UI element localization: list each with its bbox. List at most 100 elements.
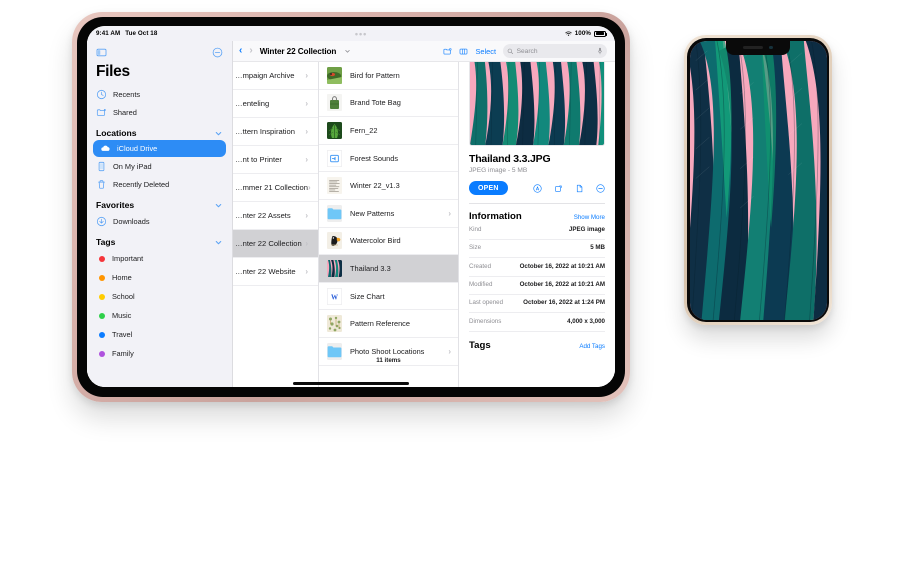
- leaf-photo-thumbnail: [327, 260, 342, 277]
- duplicate-doc-icon[interactable]: [575, 184, 584, 193]
- info-row-value: 5 MB: [590, 244, 605, 253]
- forward-chevron-icon[interactable]: ›: [249, 46, 252, 56]
- open-button[interactable]: OPEN: [469, 181, 508, 195]
- info-tags-title: Tags: [469, 340, 491, 351]
- sidebar-locations-title: Locations: [96, 128, 137, 138]
- file-row-label: Winter 22_v1.3: [350, 181, 451, 190]
- info-row-value: JPEG image: [569, 226, 605, 235]
- iphone-device: [684, 35, 832, 325]
- sidebar-item-recently-deleted[interactable]: Recently Deleted: [87, 175, 232, 193]
- folder-icon-thumbnail: [327, 205, 342, 222]
- file-row-label: New Patterns: [350, 209, 440, 218]
- file-preview-image[interactable]: [469, 49, 605, 146]
- info-file-subtitle: JPEG image - 5 MB: [469, 167, 605, 174]
- file-row[interactable]: Pattern Reference: [319, 310, 458, 338]
- show-more-link[interactable]: Show More: [574, 214, 605, 221]
- sidebar-tag-item[interactable]: School: [87, 287, 232, 306]
- fern-photo-thumbnail: [327, 122, 342, 139]
- file-list-column: Bird for PatternBrand Tote Bag Fern_22 For…: [319, 41, 459, 387]
- folder-item-count: 11 items: [319, 357, 458, 364]
- sidebar-tag-label: Important: [112, 254, 143, 263]
- folder-row-label: …nter 22 Collection: [235, 239, 302, 248]
- ipad-bezel: 9:41 AM Tue Oct 18 ••• 100%: [77, 17, 625, 397]
- sidebar-tag-item[interactable]: Home: [87, 268, 232, 287]
- sidebar-tag-item[interactable]: Music: [87, 306, 232, 325]
- select-button[interactable]: Select: [475, 47, 496, 56]
- file-row[interactable]: Forest Sounds: [319, 145, 458, 173]
- folder-row-label: …mmer 21 Collection: [235, 183, 308, 192]
- tag-color-dot: [99, 256, 105, 262]
- info-row: Dimensions4,000 x 3,000: [469, 313, 605, 331]
- chevron-right-icon: ›: [305, 127, 308, 136]
- sidebar-tag-item[interactable]: Family: [87, 344, 232, 363]
- chevron-right-icon: ›: [448, 347, 451, 356]
- back-chevron-icon[interactable]: ‹: [239, 46, 242, 56]
- ipad-screen: 9:41 AM Tue Oct 18 ••• 100%: [87, 26, 615, 387]
- info-row-value: October 16, 2022 at 1:24 PM: [523, 299, 605, 308]
- folder-row-label: …nter 22 Website: [235, 267, 296, 276]
- info-action-row: OPEN: [469, 181, 605, 195]
- icloud-icon: [100, 143, 111, 154]
- sidebar-item-icloud-drive[interactable]: iCloud Drive: [93, 140, 226, 157]
- search-placeholder: Search: [517, 48, 538, 55]
- chevron-down-icon[interactable]: [214, 130, 223, 137]
- chevron-down-icon[interactable]: [214, 239, 223, 246]
- info-row-key: Size: [469, 244, 481, 251]
- remove-circle-icon[interactable]: [596, 184, 605, 193]
- new-folder-icon[interactable]: [443, 46, 452, 57]
- ipad-status-bar: 9:41 AM Tue Oct 18 ••• 100%: [87, 26, 615, 41]
- status-time: 9:41 AM: [96, 30, 120, 37]
- sidebar-item-shared[interactable]: Shared: [87, 103, 232, 121]
- microphone-icon[interactable]: [597, 47, 603, 55]
- file-row[interactable]: Fern_22: [319, 117, 458, 145]
- info-row-key: Kind: [469, 226, 481, 233]
- sidebar-tags-title: Tags: [96, 237, 115, 247]
- sidebar-tag-item[interactable]: Travel: [87, 325, 232, 344]
- file-row-label: Fern_22: [350, 126, 451, 135]
- file-row[interactable]: Winter 22_v1.3: [319, 172, 458, 200]
- chevron-down-icon[interactable]: [214, 202, 223, 209]
- sidebar-tag-label: Family: [112, 349, 134, 358]
- minus-circle-icon[interactable]: [212, 47, 223, 58]
- rotate-icon[interactable]: [554, 184, 563, 193]
- sidebar-item-downloads[interactable]: Downloads: [87, 212, 232, 230]
- chevron-right-icon: ›: [305, 155, 308, 164]
- file-row[interactable]: Bird for Pattern: [319, 62, 458, 90]
- sidebar-item-recents[interactable]: Recents: [87, 85, 232, 103]
- chevron-right-icon: ›: [308, 183, 311, 192]
- toolbar-title: Winter 22 Collection: [260, 47, 337, 56]
- sidebar-section-tags[interactable]: Tags: [87, 230, 232, 249]
- wifi-icon: [565, 31, 572, 37]
- word-doc-icon-thumbnail: W: [327, 288, 342, 305]
- tag-color-dot: [99, 313, 105, 319]
- folder-row-label: …nter 22 Assets: [235, 211, 291, 220]
- info-file-title: Thailand 3.3.JPG: [469, 153, 605, 165]
- home-indicator: [293, 382, 409, 385]
- sidebar-section-favorites[interactable]: Favorites: [87, 193, 232, 212]
- file-rows: Bird for PatternBrand Tote Bag Fern_22 For…: [319, 62, 458, 366]
- folder-row-label: …enteling: [235, 99, 269, 108]
- file-row-label: Photo Shoot Locations: [350, 347, 440, 356]
- sidebar-tag-item[interactable]: Important: [87, 249, 232, 268]
- file-row[interactable]: Photo Shoot Locations ›11 items: [319, 338, 458, 366]
- markup-icon[interactable]: [533, 184, 542, 193]
- sidebar-tag-label: Travel: [112, 330, 132, 339]
- search-input[interactable]: Search: [503, 44, 607, 58]
- file-row[interactable]: Thailand 3.3: [319, 255, 458, 283]
- chevron-right-icon: ›: [305, 211, 308, 220]
- chevron-down-icon[interactable]: [343, 48, 352, 54]
- sidebar-toggle-icon[interactable]: [96, 47, 107, 58]
- file-row[interactable]: Watercolor Bird: [319, 228, 458, 256]
- sidebar-item-on-my-ipad[interactable]: On My iPad: [87, 157, 232, 175]
- file-row[interactable]: Brand Tote Bag: [319, 90, 458, 118]
- sidebar-section-locations[interactable]: Locations: [87, 121, 232, 140]
- audio-doc-icon-thumbnail: [327, 150, 342, 167]
- file-row[interactable]: New Patterns›: [319, 200, 458, 228]
- download-circle-icon: [96, 216, 107, 227]
- info-divider: [469, 203, 605, 204]
- add-tags-link[interactable]: Add Tags: [579, 343, 605, 350]
- info-row-key: Dimensions: [469, 318, 501, 325]
- column-view-icon[interactable]: [459, 46, 468, 57]
- info-row-key: Last opened: [469, 299, 503, 306]
- file-row[interactable]: WSize Chart: [319, 283, 458, 311]
